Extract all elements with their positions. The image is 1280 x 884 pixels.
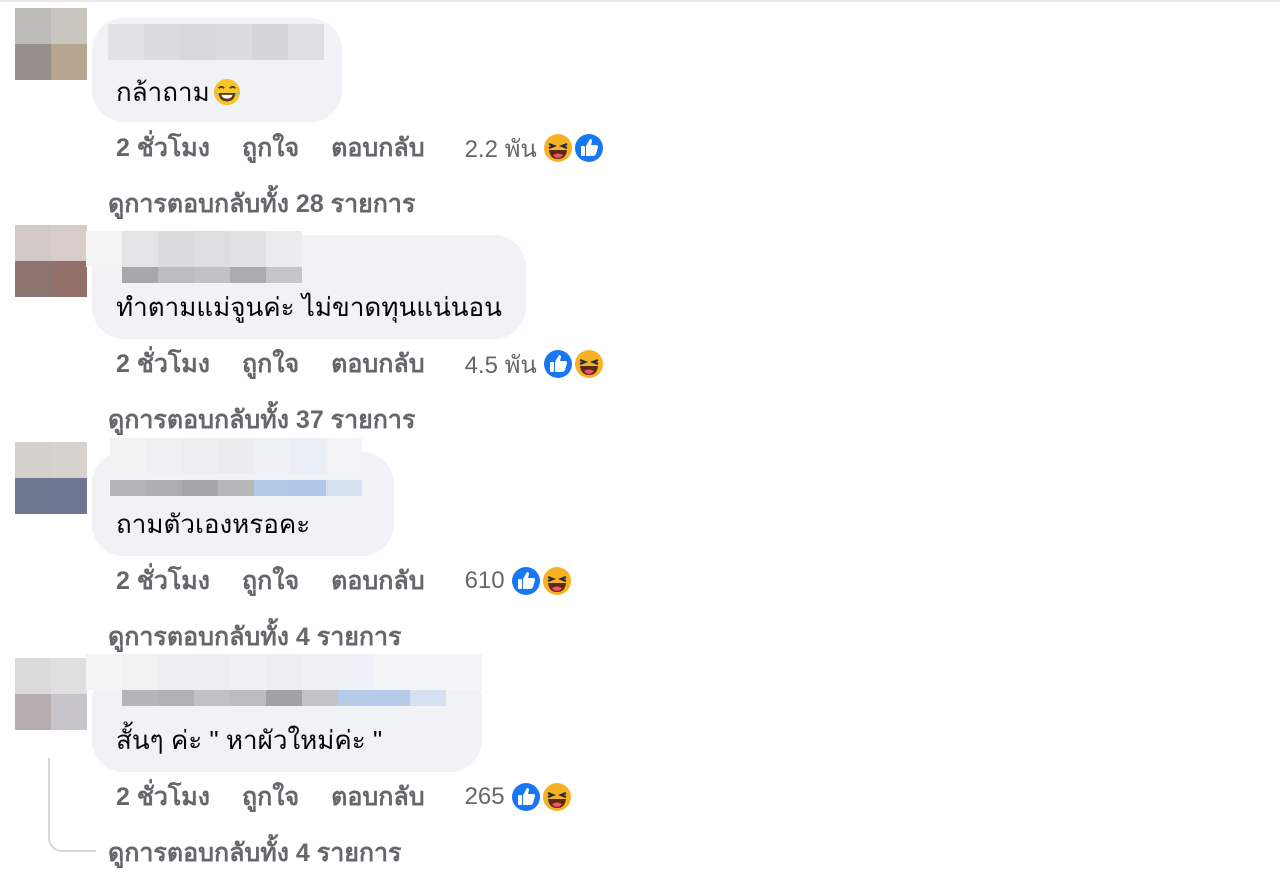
like-icon	[572, 132, 605, 164]
reaction-summary[interactable]	[541, 131, 606, 165]
haha-icon	[541, 132, 574, 164]
avatar[interactable]	[15, 8, 87, 80]
like-button[interactable]: ถูกใจ	[242, 777, 299, 817]
reaction-count[interactable]: 2.2 พัน	[465, 129, 537, 168]
avatar[interactable]	[15, 442, 87, 514]
like-icon	[541, 348, 574, 380]
reply-button[interactable]: ตอบกลับ	[331, 128, 424, 168]
comment-timestamp[interactable]: 2 ชั่วโมง	[116, 344, 210, 384]
like-button[interactable]: ถูกใจ	[242, 128, 299, 168]
comment-timestamp[interactable]: 2 ชั่วโมง	[116, 777, 210, 817]
view-replies-link[interactable]: ดูการตอบกลับทั้ง 4 รายการ	[108, 617, 401, 657]
reply-button[interactable]: ตอบกลับ	[331, 777, 424, 817]
reply-button[interactable]: ตอบกลับ	[331, 561, 424, 601]
comment-text: ทำตามแม่จูนค่ะ ไม่ขาดทุนแน่นอน	[116, 292, 502, 322]
comment-actions: 2 ชั่วโมง ถูกใจ ตอบกลับ 610	[116, 561, 574, 601]
like-icon	[509, 565, 542, 597]
reaction-summary[interactable]	[509, 780, 574, 814]
haha-icon	[540, 565, 573, 597]
author-name-blurred[interactable]	[86, 654, 482, 690]
comment-actions: 2 ชั่วโมง ถูกใจ ตอบกลับ 4.5 พัน	[116, 344, 606, 384]
reaction-count[interactable]: 610	[465, 567, 505, 595]
view-replies-link[interactable]: ดูการตอบกลับทั้ง 28 รายการ	[108, 184, 415, 224]
comment-text: สั้นๆ ค่ะ " หาผัวใหม่ค่ะ "	[116, 725, 383, 755]
comment-bubble: ทำตามแม่จูนค่ะ ไม่ขาดทุนแน่นอน	[86, 231, 526, 339]
reaction-count[interactable]: 4.5 พัน	[465, 345, 537, 384]
comment-bubble: สั้นๆ ค่ะ " หาผัวใหม่ค่ะ "	[86, 654, 482, 772]
comment-timestamp[interactable]: 2 ชั่วโมง	[116, 561, 210, 601]
comment-actions: 2 ชั่วโมง ถูกใจ ตอบกลับ 2.2 พัน	[116, 128, 606, 168]
reply-thread-line	[48, 758, 96, 852]
view-replies-link[interactable]: ดูการตอบกลับทั้ง 37 รายการ	[108, 400, 415, 440]
haha-icon	[572, 348, 605, 380]
like-button[interactable]: ถูกใจ	[242, 344, 299, 384]
comment-text: ถามตัวเองหรอคะ	[116, 509, 311, 539]
comment-bubble: ถามตัวเองหรอคะ	[92, 438, 394, 556]
comment-text: กล้าถาม	[116, 76, 242, 108]
author-subtitle-blurred	[122, 690, 446, 726]
reaction-count[interactable]: 265	[465, 783, 505, 811]
avatar[interactable]	[15, 658, 87, 730]
author-name-blurred[interactable]	[108, 24, 324, 60]
comment-actions: 2 ชั่วโมง ถูกใจ ตอบกลับ 265	[116, 777, 574, 817]
author-name-blurred[interactable]	[86, 231, 302, 267]
reply-button[interactable]: ตอบกลับ	[331, 344, 424, 384]
avatar[interactable]	[15, 225, 87, 297]
like-button[interactable]: ถูกใจ	[242, 561, 299, 601]
haha-icon	[540, 781, 573, 813]
top-divider	[0, 0, 1280, 2]
comment-bubble: กล้าถาม	[92, 18, 342, 122]
comment-timestamp[interactable]: 2 ชั่วโมง	[116, 128, 210, 168]
reaction-summary[interactable]	[509, 564, 574, 598]
author-name-blurred[interactable]	[110, 438, 362, 474]
laughing-tears-icon	[213, 78, 240, 106]
reaction-summary[interactable]	[541, 347, 606, 381]
like-icon	[509, 781, 542, 813]
view-replies-link[interactable]: ดูการตอบกลับทั้ง 4 รายการ	[108, 833, 401, 873]
